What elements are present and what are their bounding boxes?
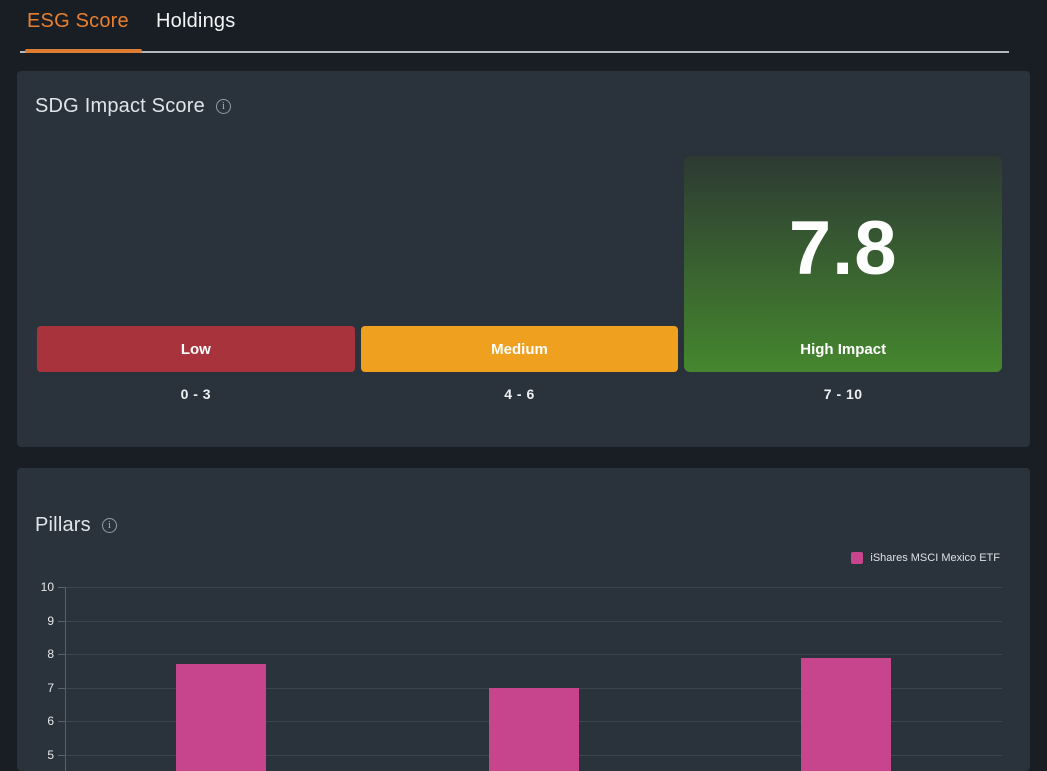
- info-icon[interactable]: i: [216, 99, 231, 114]
- score-area: 7.8: [684, 156, 1002, 326]
- range-high: 7 - 10: [684, 386, 1002, 402]
- scale-segment-medium-label: Medium: [491, 341, 548, 358]
- gridline: [66, 587, 1002, 588]
- y-axis-tick: [58, 721, 65, 722]
- y-axis-line: [65, 587, 66, 771]
- scale-segment-high: 7.8 High Impact: [684, 156, 1002, 372]
- sdg-card-title: SDG Impact Score: [35, 95, 205, 118]
- chart-legend-item[interactable]: iShares MSCI Mexico ETF: [851, 552, 1000, 564]
- active-tab-indicator: [25, 49, 142, 53]
- sdg-score-scale: Low Medium 7.8 High Impact: [37, 156, 1002, 372]
- pillar-bar[interactable]: [176, 664, 266, 771]
- y-axis-tick-label: 6: [18, 712, 54, 730]
- y-axis-tick-label: 5: [18, 746, 54, 764]
- y-axis-tick: [58, 587, 65, 588]
- scale-segment-low-label: Low: [181, 341, 211, 358]
- tab-holdings[interactable]: Holdings: [156, 10, 235, 33]
- y-axis-tick: [58, 621, 65, 622]
- pillars-card: Pillars i iShares MSCI Mexico ETF 109876…: [17, 468, 1030, 771]
- y-axis-tick-label: 7: [18, 679, 54, 697]
- pillar-bar[interactable]: [489, 688, 579, 771]
- y-axis-tick: [58, 755, 65, 756]
- gridline: [66, 621, 1002, 622]
- tab-esg-score[interactable]: ESG Score: [27, 10, 129, 33]
- y-axis-tick: [58, 654, 65, 655]
- legend-color-swatch: [851, 552, 863, 564]
- pillar-bar[interactable]: [801, 658, 891, 771]
- tabbar-divider: [20, 51, 1009, 53]
- tab-bar: ESG Score Holdings: [0, 0, 1047, 54]
- scale-segment-low: Low: [37, 326, 355, 372]
- y-axis-tick: [58, 688, 65, 689]
- gridline: [66, 654, 1002, 655]
- legend-label: iShares MSCI Mexico ETF: [870, 552, 1000, 564]
- info-icon[interactable]: i: [102, 518, 117, 533]
- y-axis-tick-label: 8: [18, 645, 54, 663]
- sdg-score-ranges: 0 - 3 4 - 6 7 - 10: [37, 386, 1002, 402]
- range-low: 0 - 3: [37, 386, 355, 402]
- pillars-chart-plot: 1098765: [65, 587, 1002, 771]
- pillars-card-title: Pillars: [35, 514, 91, 537]
- y-axis-tick-label: 10: [18, 578, 54, 596]
- scale-segment-high-label: High Impact: [800, 341, 886, 358]
- sdg-score-value: 7.8: [789, 205, 898, 292]
- scale-segment-medium: Medium: [361, 326, 679, 372]
- range-medium: 4 - 6: [361, 386, 679, 402]
- y-axis-tick-label: 9: [18, 612, 54, 630]
- scale-segment-high-label-area: High Impact: [684, 326, 1002, 372]
- sdg-impact-score-card: SDG Impact Score i Low Medium 7.8 High I…: [17, 71, 1030, 447]
